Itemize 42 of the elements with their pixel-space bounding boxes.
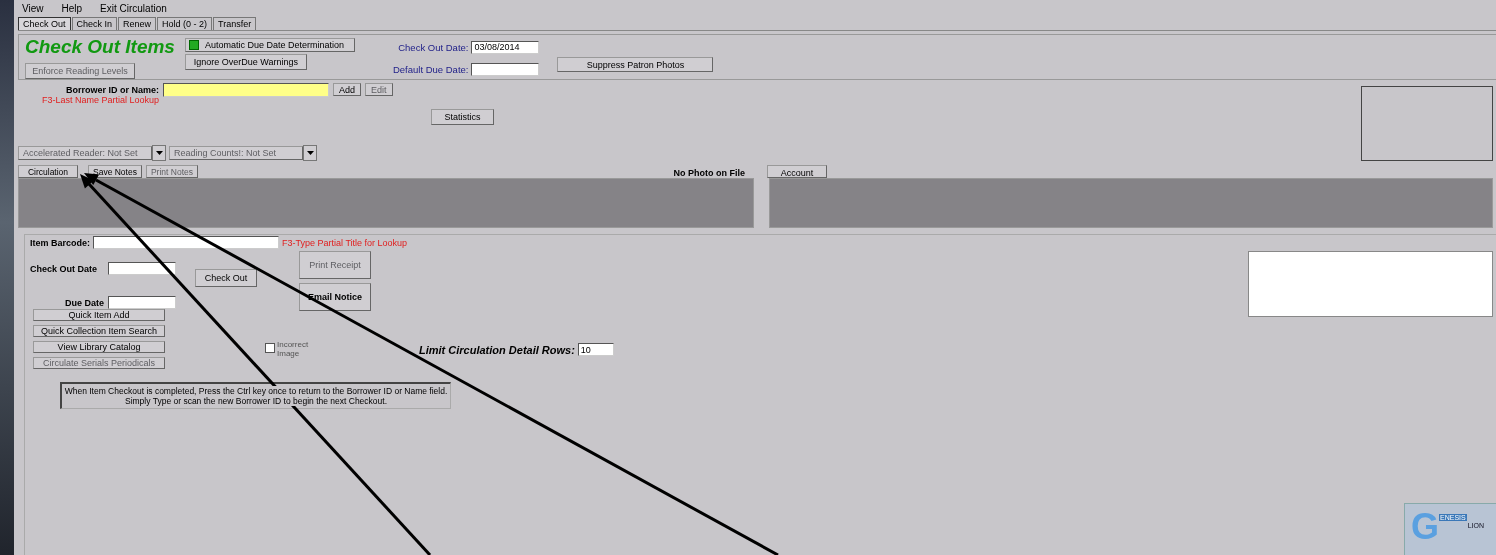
due-date-field[interactable] — [108, 296, 176, 309]
field-label: Borrower ID or Name: — [65, 85, 159, 95]
tab[interactable]: Transfer — [213, 17, 257, 30]
field-label: Limit Circulation Detail Rows: — [419, 343, 575, 356]
dropdown-caret-icon[interactable] — [303, 145, 317, 161]
account-button[interactable]: Account — [767, 165, 827, 178]
checkbox[interactable] — [265, 343, 275, 353]
logo-letter: G — [1411, 507, 1439, 547]
check-out-button[interactable]: Check Out — [195, 269, 257, 287]
photo-status: No Photo on File — [673, 168, 745, 178]
page-title: Check Out Items — [25, 37, 175, 57]
field-label: Due Date — [64, 297, 105, 308]
tab[interactable]: Hold (0 - 2) — [157, 17, 213, 30]
tab[interactable]: Renew — [118, 17, 157, 30]
field-label: Default Due Date: — [392, 63, 469, 75]
notes-button[interactable]: Circulation — [18, 165, 78, 178]
field-label: Item Barcode: — [30, 237, 91, 248]
notes-button[interactable]: Save Notes — [88, 165, 142, 178]
ignore-overdue-button[interactable]: Ignore OverDue Warnings — [184, 54, 307, 70]
add-button[interactable]: Add — [333, 83, 361, 96]
tab[interactable]: Check Out — [18, 17, 71, 30]
check-out-date-field[interactable] — [108, 262, 176, 275]
field-label: Check Out Date — [30, 263, 99, 274]
borrower-field[interactable] — [163, 83, 329, 97]
default-due-date-field[interactable] — [471, 62, 540, 76]
action-button[interactable]: Quick Collection Item Search — [33, 325, 165, 337]
menu-item[interactable]: View — [22, 3, 44, 15]
menu-item[interactable]: Exit Circulation — [100, 3, 167, 15]
item-barcode-field[interactable] — [93, 236, 280, 249]
auto-due-date-toggle[interactable]: Automatic Due Date Determination — [184, 38, 355, 52]
tab[interactable]: Check In — [71, 17, 118, 30]
lookup-hint: F3-Last Name Partial Lookup — [41, 95, 159, 105]
dropdown-caret-icon[interactable] — [152, 145, 166, 161]
check-out-date-field[interactable]: 03/08/2014 — [471, 40, 540, 54]
detail-rows-field[interactable]: 10 — [577, 343, 614, 356]
action-button[interactable]: Quick Item Add — [33, 309, 165, 321]
field-label: Check Out Date: — [397, 41, 469, 53]
menu-item[interactable]: Help — [61, 3, 83, 15]
statistics-button[interactable]: Statistics — [431, 109, 494, 125]
lookup-hint: F3-Type Partial Title for Lookup — [282, 237, 408, 248]
action-button[interactable]: View Library Catalog — [33, 341, 165, 353]
suppress-photos-button[interactable]: Suppress Patron Photos — [557, 57, 714, 72]
